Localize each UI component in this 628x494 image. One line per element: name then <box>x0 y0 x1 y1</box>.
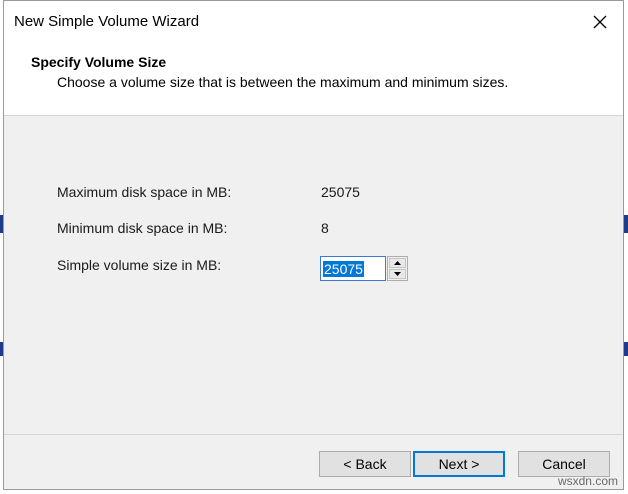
spin-up-button[interactable] <box>389 258 406 268</box>
window-title: New Simple Volume Wizard <box>14 13 200 30</box>
min-space-value: 8 <box>321 220 329 236</box>
page-title: Specify Volume Size <box>31 54 167 70</box>
footer-divider <box>4 434 623 435</box>
max-space-value: 25075 <box>321 184 360 200</box>
next-button[interactable]: Next > <box>413 451 505 477</box>
spin-down-button[interactable] <box>389 269 406 279</box>
title-bar: New Simple Volume Wizard <box>4 1 623 43</box>
triangle-up-icon <box>394 261 401 265</box>
min-space-label: Minimum disk space in MB: <box>57 220 228 236</box>
volume-size-value: 25075 <box>323 260 364 277</box>
volume-size-input[interactable]: 25075 <box>320 256 386 281</box>
close-icon <box>593 15 607 29</box>
triangle-down-icon <box>394 272 401 276</box>
volume-size-stepper[interactable] <box>387 256 408 281</box>
wizard-header: Specify Volume Size Choose a volume size… <box>4 43 623 116</box>
watermark: wsxdn.com <box>557 474 618 488</box>
wizard-dialog: New Simple Volume Wizard Specify Volume … <box>3 0 624 490</box>
page-subtitle: Choose a volume size that is between the… <box>57 74 509 90</box>
max-space-label: Maximum disk space in MB: <box>57 184 232 200</box>
back-button[interactable]: < Back <box>319 451 411 477</box>
close-button[interactable] <box>577 1 623 43</box>
volume-size-label: Simple volume size in MB: <box>57 257 222 273</box>
